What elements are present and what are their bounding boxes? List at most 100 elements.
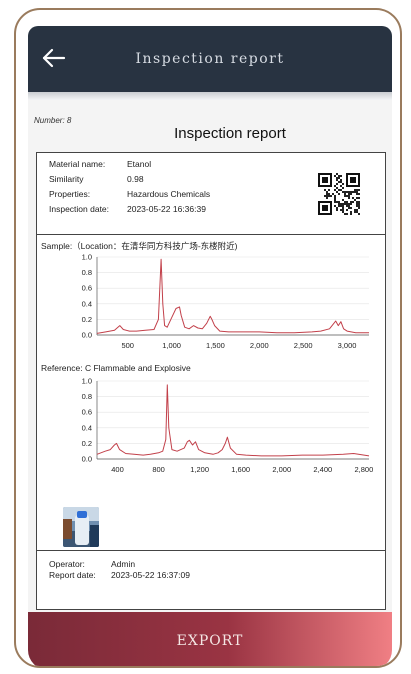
x-tick-label: 1,000 [162, 341, 181, 350]
qr-module [340, 181, 342, 183]
qr-module [340, 175, 342, 177]
qr-module [326, 195, 328, 197]
qr-module [328, 189, 330, 191]
x-tick-label: 3,000 [338, 341, 357, 350]
qr-module [342, 207, 344, 209]
qr-module [344, 213, 346, 215]
qr-module [324, 189, 326, 191]
info-key: Material name: [49, 159, 106, 169]
qr-module [344, 195, 346, 197]
arrow-left-icon[interactable] [40, 44, 68, 72]
topbar-shadow [28, 92, 392, 100]
y-tick-label: 0.0 [82, 331, 92, 340]
qr-module [344, 203, 346, 205]
qr-module [358, 193, 360, 195]
qr-module [352, 191, 354, 193]
x-tick-label: 2,000 [250, 341, 269, 350]
y-tick-label: 0.4 [82, 299, 92, 308]
y-tick-label: 1.0 [82, 253, 92, 262]
y-tick-label: 0.4 [82, 423, 92, 432]
report-date-row: Report date: 2023-05-22 16:37:09 [49, 570, 385, 581]
operator-row: Operator: Admin [49, 559, 385, 570]
qr-module [356, 193, 358, 195]
qr-module [334, 185, 336, 187]
qr-module [352, 197, 354, 199]
qr-module [350, 211, 352, 213]
x-tick-label: 400 [111, 465, 124, 474]
info-key: Properties: [49, 189, 91, 199]
qr-module [352, 201, 354, 203]
qr-module [358, 189, 360, 191]
info-value: Hazardous Chemicals [127, 189, 211, 199]
qr-module [336, 183, 338, 185]
qr-module [338, 205, 340, 207]
qr-module [340, 203, 342, 205]
qr-finder [350, 177, 356, 183]
operator-key: Operator: [49, 559, 85, 569]
qr-module [350, 207, 352, 209]
qr-module [356, 205, 358, 207]
qr-code-icon [318, 173, 360, 215]
qr-module [354, 209, 356, 211]
y-tick-label: 0.2 [82, 315, 92, 324]
sample-photo[interactable] [63, 507, 99, 547]
qr-module [338, 181, 340, 183]
qr-module [346, 213, 348, 215]
reference-spectrum-chart: 0.0 0.2 0.4 0.6 0.8 1.0 400 800 1,200 1,600 2,000 2… [82, 377, 374, 475]
qr-module [342, 183, 344, 185]
info-key: Similarity [49, 174, 84, 184]
qr-module [340, 185, 342, 187]
x-tick-label: 500 [121, 341, 134, 350]
qr-module [342, 211, 344, 213]
info-row-material: Material name: Etanol [49, 157, 385, 172]
qr-module [356, 203, 358, 205]
sample-photo-image [63, 507, 99, 547]
qr-module [346, 205, 348, 207]
qr-module [358, 201, 360, 203]
qr-module [326, 193, 328, 195]
x-tick-label: 2,000 [272, 465, 291, 474]
qr-module [354, 199, 356, 201]
export-button[interactable]: EXPORT [28, 612, 392, 666]
info-value: 2023-05-22 16:36:39 [127, 204, 206, 214]
qr-module [354, 189, 356, 191]
report-document: Material name: Etanol Similarity 0.98 Pr… [36, 152, 386, 610]
qr-module [338, 201, 340, 203]
qr-module [344, 193, 346, 195]
qr-module [346, 209, 348, 211]
spectrum-line-2 [96, 384, 370, 457]
qr-module [356, 201, 358, 203]
qr-module [358, 197, 360, 199]
x-tick-label: 2,800 [354, 465, 373, 474]
spectrum-line-1 [96, 258, 369, 334]
qr-module [358, 207, 360, 209]
qr-module [336, 187, 338, 189]
operator-value: Admin [111, 559, 136, 569]
qr-module [344, 201, 346, 203]
qr-module [356, 209, 358, 211]
qr-module [350, 191, 352, 193]
qr-module [348, 205, 350, 207]
report-container[interactable]: Number: 8 Inspection report Material nam… [28, 100, 392, 612]
qr-module [326, 191, 328, 193]
qr-module [336, 191, 338, 193]
qr-module [342, 209, 344, 211]
qr-module [350, 201, 352, 203]
info-key: Inspection date: [49, 204, 110, 214]
x-tick-label: 1,500 [206, 341, 225, 350]
qr-module [354, 211, 356, 213]
qr-module [348, 191, 350, 193]
qr-module [344, 191, 346, 193]
qr-module [334, 189, 336, 191]
x-tick-label: 1,600 [231, 465, 250, 474]
reference-label: Reference: C Flammable and Explosive [41, 363, 191, 373]
report-date-value: 2023-05-22 16:37:09 [111, 570, 190, 580]
phone-frame: Inspection report Number: 8 Inspection r… [14, 8, 402, 668]
spectra-section: Sample:（Location：在清华同方科技广场-东楼附近) 0.0 0.2 0… [37, 235, 385, 551]
qr-module [334, 195, 336, 197]
qr-module [348, 197, 350, 199]
qr-module [336, 201, 338, 203]
qr-module [324, 195, 326, 197]
qr-module [338, 203, 340, 205]
top-app-bar: Inspection report [28, 26, 392, 92]
